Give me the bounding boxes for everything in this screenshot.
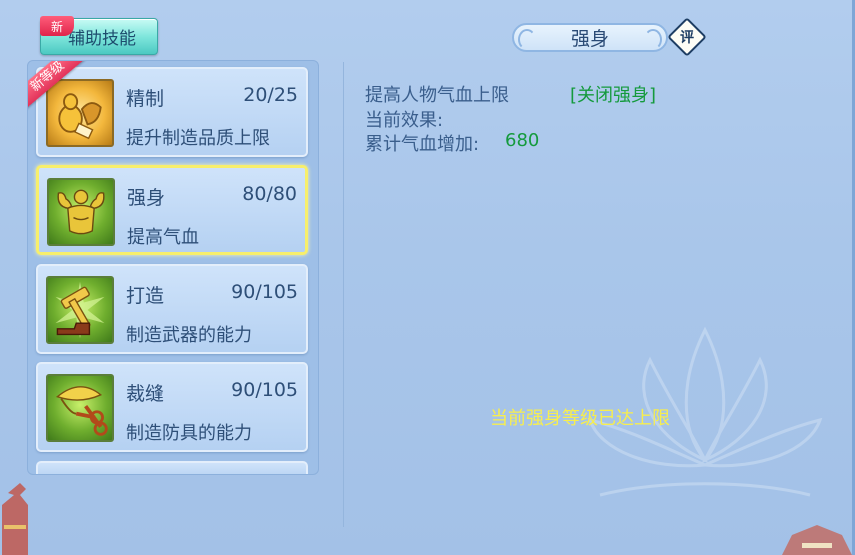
skill-name: 打造 (126, 285, 165, 307)
skill-list[interactable]: 精制 20/25 提升制造品质上限 新等级 强身 80/80 提高气血 打造 9… (27, 60, 319, 475)
skill-level: 90/105 (231, 379, 298, 401)
skill-card-strengthen[interactable]: 强身 80/80 提高气血 (36, 165, 308, 255)
total-hp-label: 累计气血增加: (365, 134, 480, 155)
skill-description: 提高气血 (127, 227, 199, 248)
skill-description: 制造防具的能力 (126, 423, 252, 444)
skill-level: 80/80 (242, 183, 297, 205)
skill-description: 提升制造品质上限 (126, 128, 270, 149)
new-level-ribbon-wrap: 新等级 (28, 61, 94, 129)
max-level-message: 当前强身等级已达上限 (490, 408, 670, 429)
skill-level: 20/25 (243, 84, 298, 106)
skill-name: 强身 (127, 187, 166, 209)
rate-button[interactable]: 评 (673, 23, 701, 51)
skill-title: 强身 (570, 28, 609, 50)
skill-description: 制造武器的能力 (126, 325, 252, 346)
total-hp-value: 680 (505, 130, 540, 151)
skill-card-forge[interactable]: 打造 90/105 制造武器的能力 (36, 264, 308, 354)
current-effect-label: 当前效果: (365, 110, 444, 131)
hammer-anvil-icon (46, 276, 114, 344)
disable-strengthen-link[interactable]: [关闭强身] (570, 81, 656, 107)
skills-panel: 辅助技能 新 精制 20/25 提升制造品质上限 新等级 强身 80/80 提高… (0, 0, 855, 555)
pagoda-deco-icon (2, 483, 28, 555)
effect-description: 提高人物气血上限 (365, 85, 509, 106)
skill-name: 裁缝 (126, 383, 165, 405)
auxiliary-skills-tab-label: 辅助技能 (68, 29, 136, 49)
scissors-leaf-icon (46, 374, 114, 442)
panel-divider (343, 62, 344, 527)
skill-card-tailor[interactable]: 裁缝 90/105 制造防具的能力 (36, 362, 308, 452)
skill-card-partial[interactable] (36, 461, 308, 474)
new-badge: 新 (40, 16, 74, 36)
muscle-man-icon (47, 178, 115, 246)
new-level-ribbon: 新等级 (28, 61, 93, 117)
skill-level: 90/105 (231, 281, 298, 303)
roof-deco-icon (782, 525, 852, 555)
skill-name: 精制 (126, 88, 165, 110)
skill-title-banner: 强身 (512, 23, 668, 52)
